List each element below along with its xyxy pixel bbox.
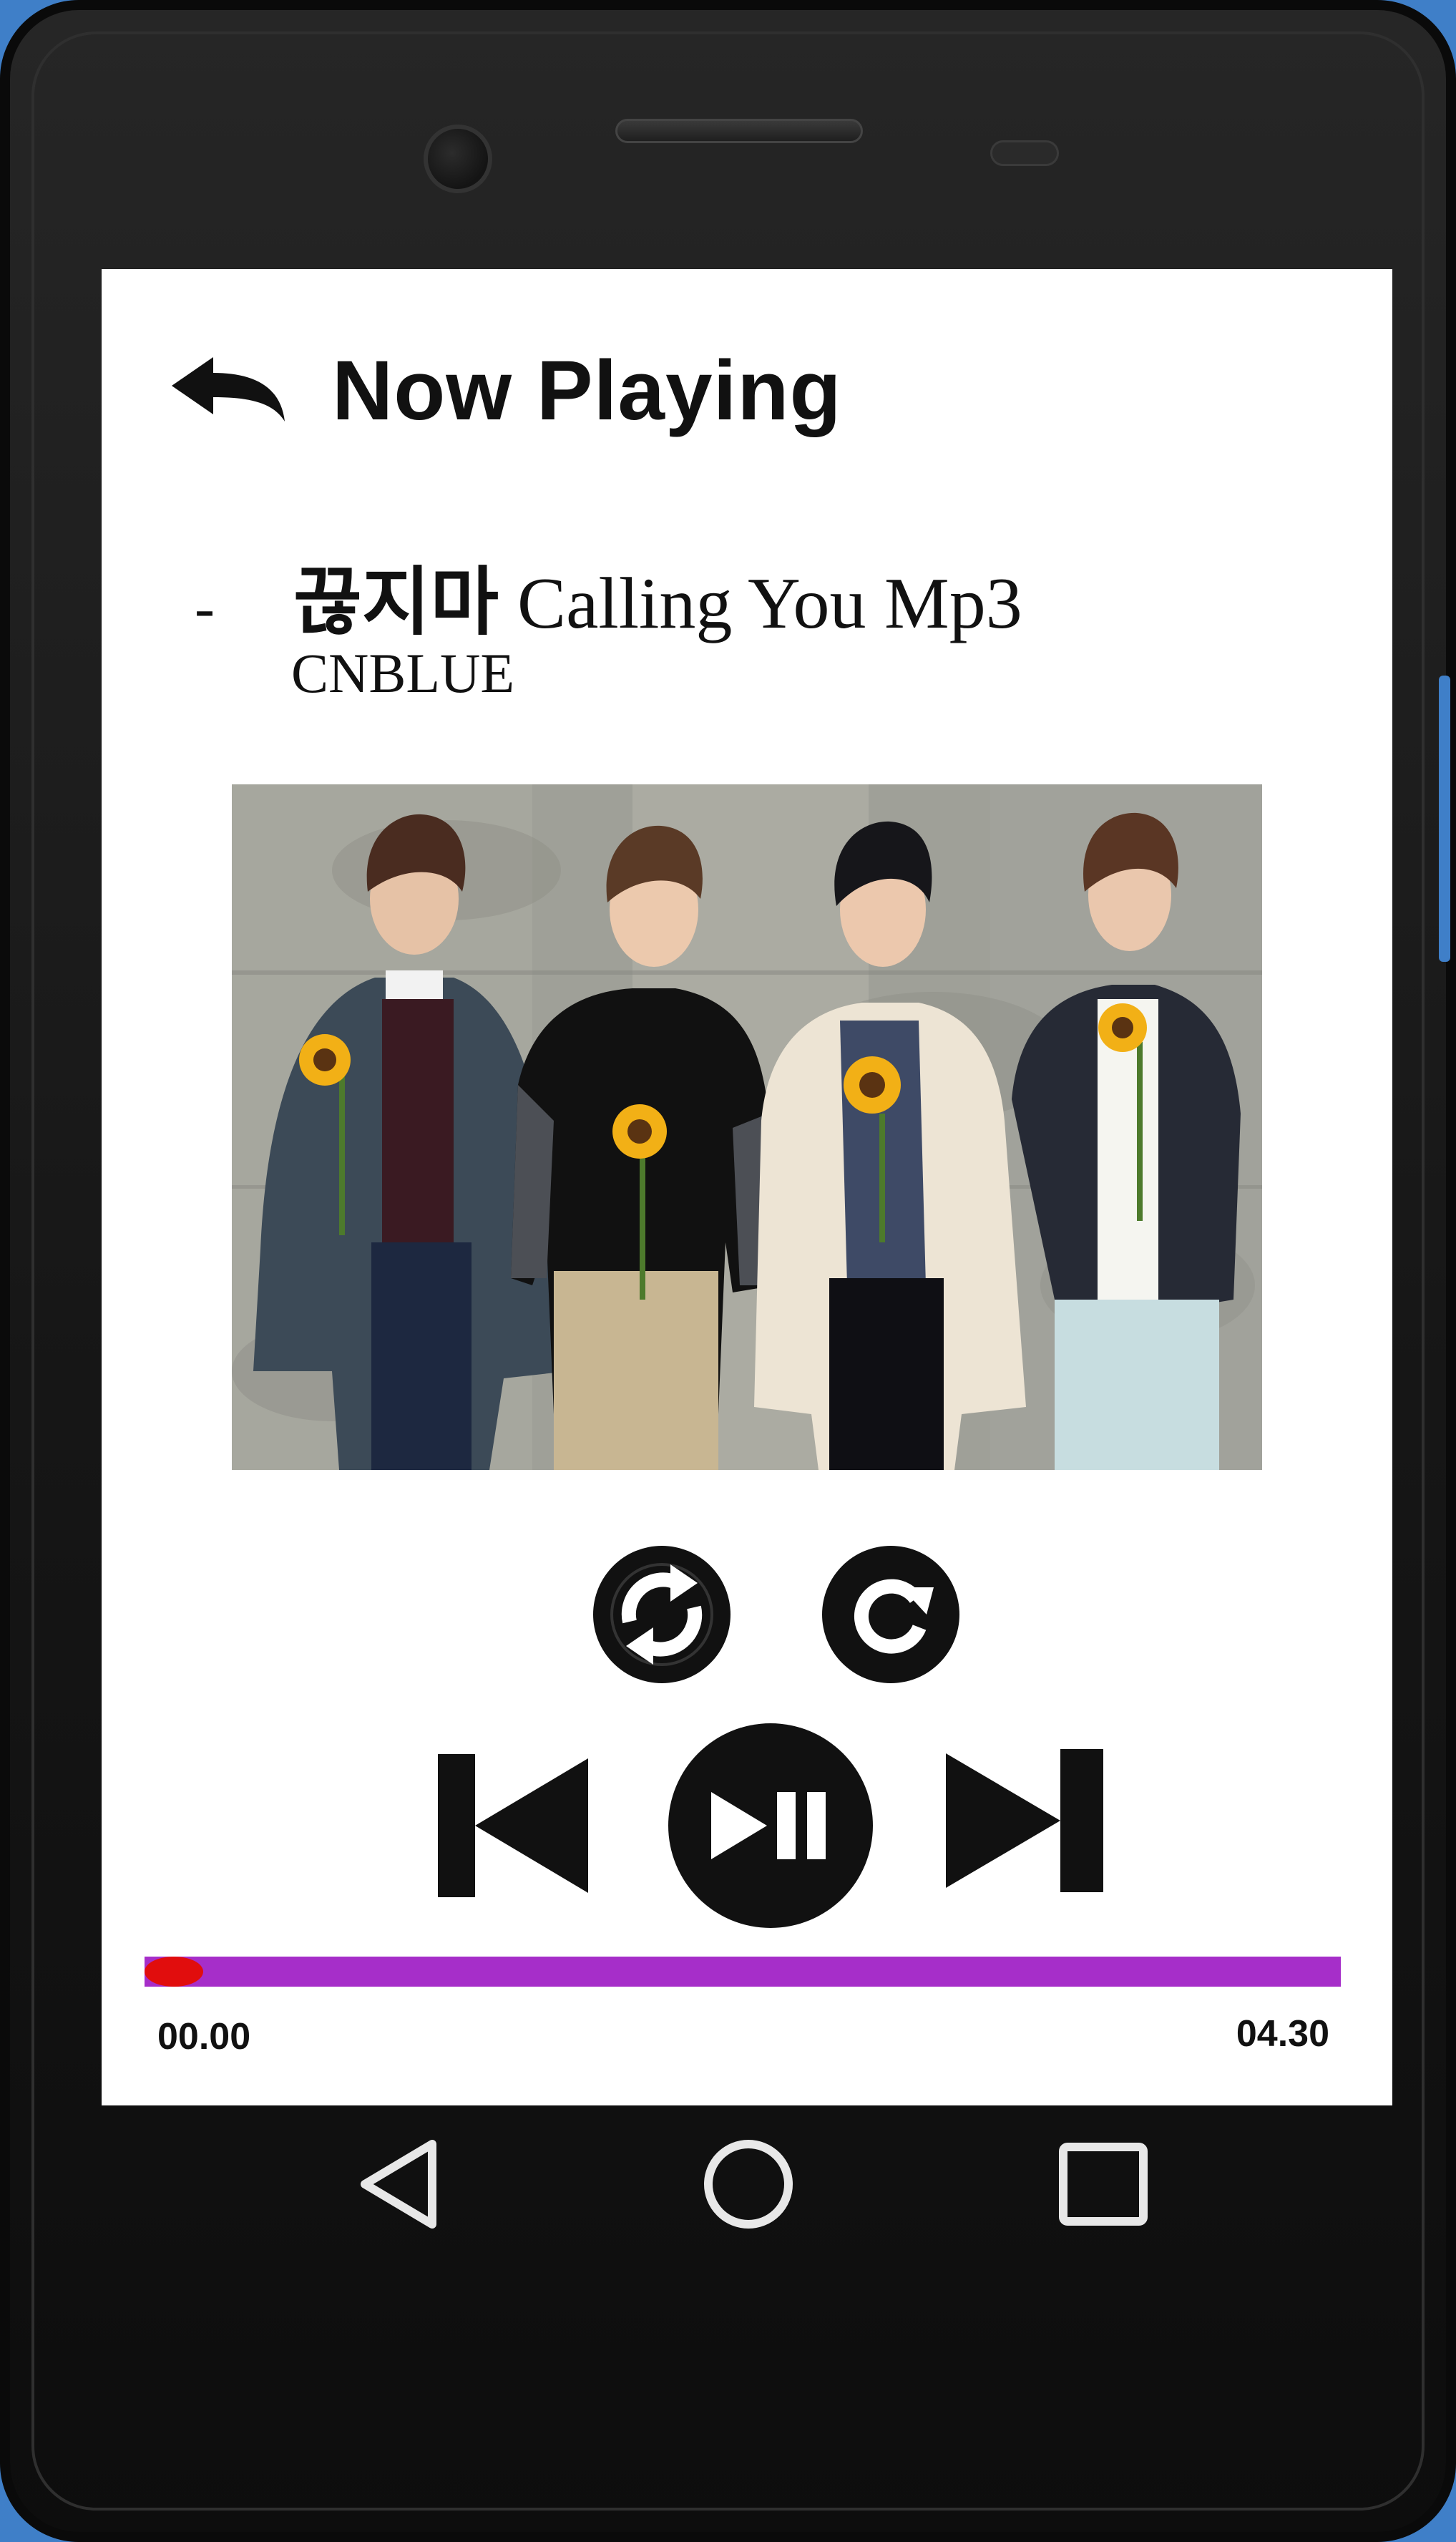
progress-bar[interactable] [145, 1957, 1341, 1987]
album-art-photo [232, 784, 1262, 1470]
elapsed-time: 00.00 [157, 2016, 251, 2058]
secondary-controls [590, 1543, 962, 1686]
phone-frame: Now Playing - 끊지마 Calling You Mp3 CNBLUE [0, 0, 1456, 2542]
header: Now Playing [166, 341, 842, 441]
proximity-sensor [990, 140, 1059, 166]
list-bullet: - [195, 575, 215, 641]
back-arrow-icon[interactable] [166, 351, 288, 430]
progress-thumb[interactable] [145, 1957, 203, 1987]
nav-back-icon[interactable] [352, 2134, 452, 2234]
skip-previous-icon[interactable] [438, 1754, 588, 1897]
song-title-korean: 끊지마 [293, 558, 499, 646]
song-title-row: - 끊지마 Calling You Mp3 [195, 541, 1022, 649]
total-duration: 04.30 [1236, 2013, 1329, 2055]
nav-recents-icon[interactable] [1057, 2141, 1149, 2227]
artist-name: CNBLUE [291, 642, 514, 704]
earpiece-speaker [615, 119, 863, 143]
screen: Now Playing - 끊지마 Calling You Mp3 CNBLUE [102, 269, 1392, 2105]
playback-controls [438, 1722, 1103, 1929]
system-nav-bar [102, 2105, 1392, 2292]
song-title-english: Calling You Mp3 [517, 563, 1022, 644]
album-art [232, 784, 1262, 1470]
side-button [1439, 676, 1450, 962]
shuffle-icon[interactable] [590, 1543, 733, 1686]
play-pause-icon[interactable] [667, 1722, 874, 1929]
skip-next-icon[interactable] [946, 1749, 1103, 1892]
page-title: Now Playing [332, 344, 842, 438]
front-camera [424, 125, 492, 193]
repeat-icon[interactable] [819, 1543, 962, 1686]
nav-home-icon[interactable] [701, 2137, 796, 2231]
